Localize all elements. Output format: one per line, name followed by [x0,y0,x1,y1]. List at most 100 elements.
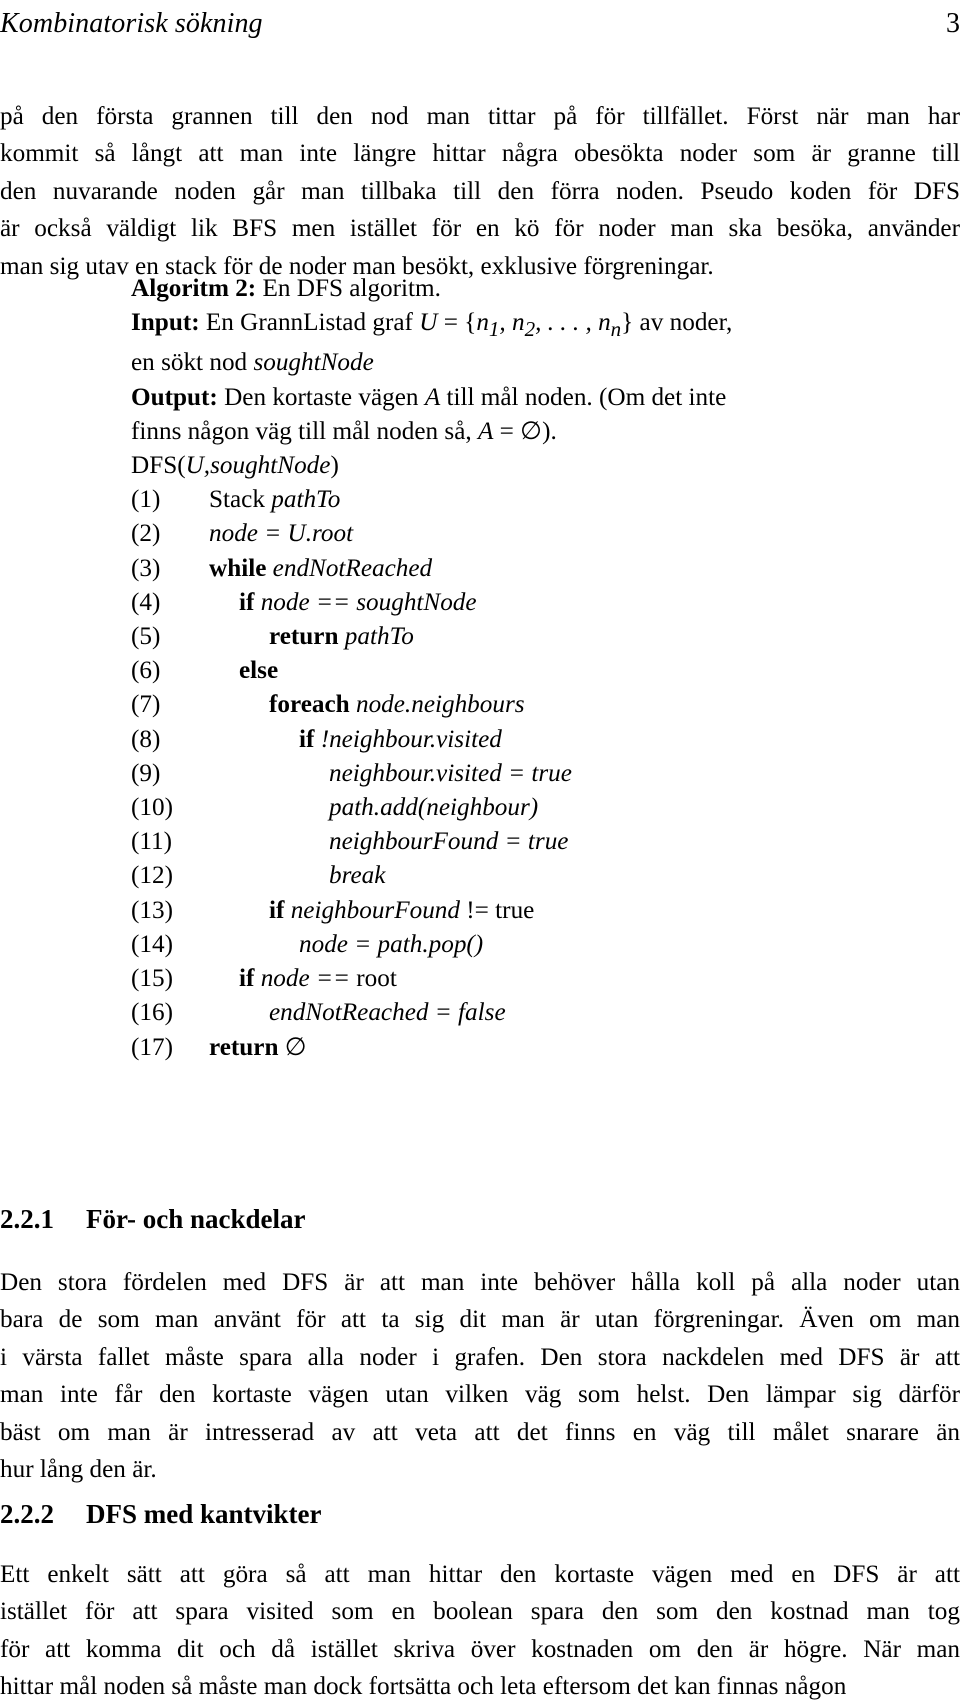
pseudocode-line-number: (9) [131,759,161,787]
text-line: i värsta fallet måste spara alla noder i… [0,1343,960,1371]
pseudocode-line-number: (15) [131,965,173,993]
algorithm-input-subscript-n: n [610,317,622,342]
text-line: bara de som man använt för att ta sig di… [0,1306,960,1334]
pseudocode-line-content: return pathTo [209,620,414,654]
algorithm-input-subscript-2: 2 [524,317,536,342]
algorithm-input-close: } av noder, [621,309,733,337]
pseudocode-keyword: return [269,623,345,651]
algorithm-output-label: Output: [131,383,218,411]
pseudocode-line-content: endNotReached = false [209,996,506,1030]
pseudocode-line: (6) else [131,654,931,688]
text-line: hittar mål noden så måste man dock forts… [0,1673,847,1701]
pseudocode-line: (15) if node == root [131,962,931,996]
pseudocode-line: (16) endNotReached = false [131,996,931,1030]
algorithm-input-dots: , . . . , n [535,309,611,337]
algorithm-output-line2-var-a: A [477,417,494,445]
text-line: istället för att spara visited som en bo… [0,1598,960,1626]
pseudocode-keyword: return [209,1033,285,1061]
pseudocode-line-number: (5) [131,623,161,651]
document-page: Kombinatorisk sökning 3 på den första gr… [0,0,960,1700]
text-line: man inte får den kortaste vägen utan vil… [0,1381,960,1409]
pseudocode-line-content: node = path.pop() [209,928,483,962]
pseudocode-line: (7) foreach node.neighbours [131,688,931,722]
pseudocode-keyword: if [239,588,261,616]
algorithm-input-label: Input: [131,309,200,337]
text-line: Ett enkelt sätt att göra så att man hitt… [0,1561,960,1588]
algorithm-caption-label: Algoritm 2: [131,275,257,302]
text-line: hur lång den är. [0,1456,157,1484]
pseudocode-line: (5) return pathTo [131,620,931,654]
algorithm-output-text-a: Den kortaste vägen [224,383,425,411]
pseudocode-line-content: node = U.root [209,517,353,551]
algorithm-signature-arg-soughtnode: soughtNode [210,452,331,480]
pseudocode-expression: endNotReached [272,554,433,582]
algorithm-output-var-a: A [424,383,441,411]
pseudocode-line-number: (6) [131,657,161,685]
section-title-2-2-1: För- och nackdelar [86,1204,306,1234]
section-2-2-2-paragraph: Ett enkelt sätt att göra så att man hitt… [0,1556,960,1706]
pseudocode-line-content: else [209,654,278,688]
pseudocode-suffix: root [356,965,397,993]
pseudocode-expression: node.neighbours [355,691,525,719]
section-number-2-2-1: 2.2.1 [0,1204,54,1234]
algorithm-input-soughtnode: soughtNode [253,349,374,377]
pseudocode-suffix: ∅ [284,1033,307,1061]
pseudocode-line: (3) while endNotReached [131,552,931,586]
pseudocode-line: (12) break [131,859,931,893]
pseudocode-line: (14) node = path.pop() [131,928,931,962]
pseudocode-line: (13) if neighbourFound != true [131,894,931,928]
pseudocode-line-content: if node == root [209,962,397,996]
intro-paragraph: på den första grannen till den nod man t… [0,98,960,285]
pseudocode-expression: break [329,862,386,890]
pseudocode-lines: (1) Stack pathTo (2) node = U.root (3) while … [131,483,931,1064]
pseudocode-line: (17) return ∅ [131,1031,931,1065]
algorithm-caption-text: En DFS algoritm. [262,275,441,302]
algorithm-output-text-b: till mål noden. (Om det inte [440,383,727,411]
text-line: kommit så långt att man inte längre hitt… [0,140,960,168]
pseudocode-line-content: while endNotReached [209,552,432,586]
algorithm-signature-name: DFS( [131,452,186,480]
pseudocode-line-number: (7) [131,691,161,719]
pseudocode-expression: path.add(neighbour) [329,794,539,822]
algorithm-input-node-n: n [476,309,489,337]
section-heading-2-2-2: 2.2.2 DFS med kantvikter [0,1499,322,1530]
section-title-2-2-2: DFS med kantvikter [86,1499,322,1529]
pseudocode-expression: node = path.pop() [299,930,484,958]
algorithm-caption: Algoritm 2: En DFS algoritm. [131,272,931,306]
pseudocode-line-number: (13) [131,896,173,924]
pseudocode-line: (10) path.add(neighbour) [131,791,931,825]
algorithm-input-line2: en sökt nod soughtNode [131,346,931,380]
algorithm-input-line2-text: en sökt nod [131,349,254,377]
pseudocode-line-content: if neighbourFound != true [209,894,534,928]
pseudocode-keyword: while [209,554,273,582]
pseudocode-expression: pathTo [271,486,341,514]
page-number: 3 [946,8,960,39]
running-header: Kombinatorisk sökning 3 [0,8,960,48]
text-line: på den första grannen till den nod man t… [0,103,960,130]
pseudocode-keyword: else [239,657,279,685]
running-header-title: Kombinatorisk sökning [0,8,263,39]
algorithm-output-line2: finns någon väg till mål noden så, A = ∅… [131,415,931,449]
pseudocode-line-content: break [209,859,385,893]
algorithm-input-var-u: U [419,309,438,337]
section-2-2-1-paragraph: Den stora fördelen med DFS är att man in… [0,1264,960,1488]
section-number-2-2-2: 2.2.2 [0,1499,54,1529]
pseudocode-line-content: path.add(neighbour) [209,791,538,825]
algorithm-signature-close: ) [330,452,339,480]
pseudocode-plain-text: Stack [209,486,272,514]
algorithm-input-eq: = { [437,309,477,337]
pseudocode-suffix: != true [466,896,535,924]
pseudocode-line: (9) neighbour.visited = true [131,757,931,791]
algorithm-input-comma-n: , n [499,309,525,337]
pseudocode-expression: node = U.root [209,520,354,548]
algorithm-output-line1: Output: Den kortaste vägen A till mål no… [131,381,931,415]
algorithm-input-text: En GrannListad graf [205,309,420,337]
pseudocode-line: (1) Stack pathTo [131,483,931,517]
text-line: bäst om man är intresserad av att veta a… [0,1418,960,1446]
pseudocode-expression: node == [260,965,357,993]
pseudocode-line-content: Stack pathTo [209,483,340,517]
pseudocode-keyword: if [269,896,291,924]
pseudocode-line-number: (12) [131,862,173,890]
pseudocode-keyword: if [299,725,321,753]
pseudocode-line: (8) if !neighbour.visited [131,723,931,757]
